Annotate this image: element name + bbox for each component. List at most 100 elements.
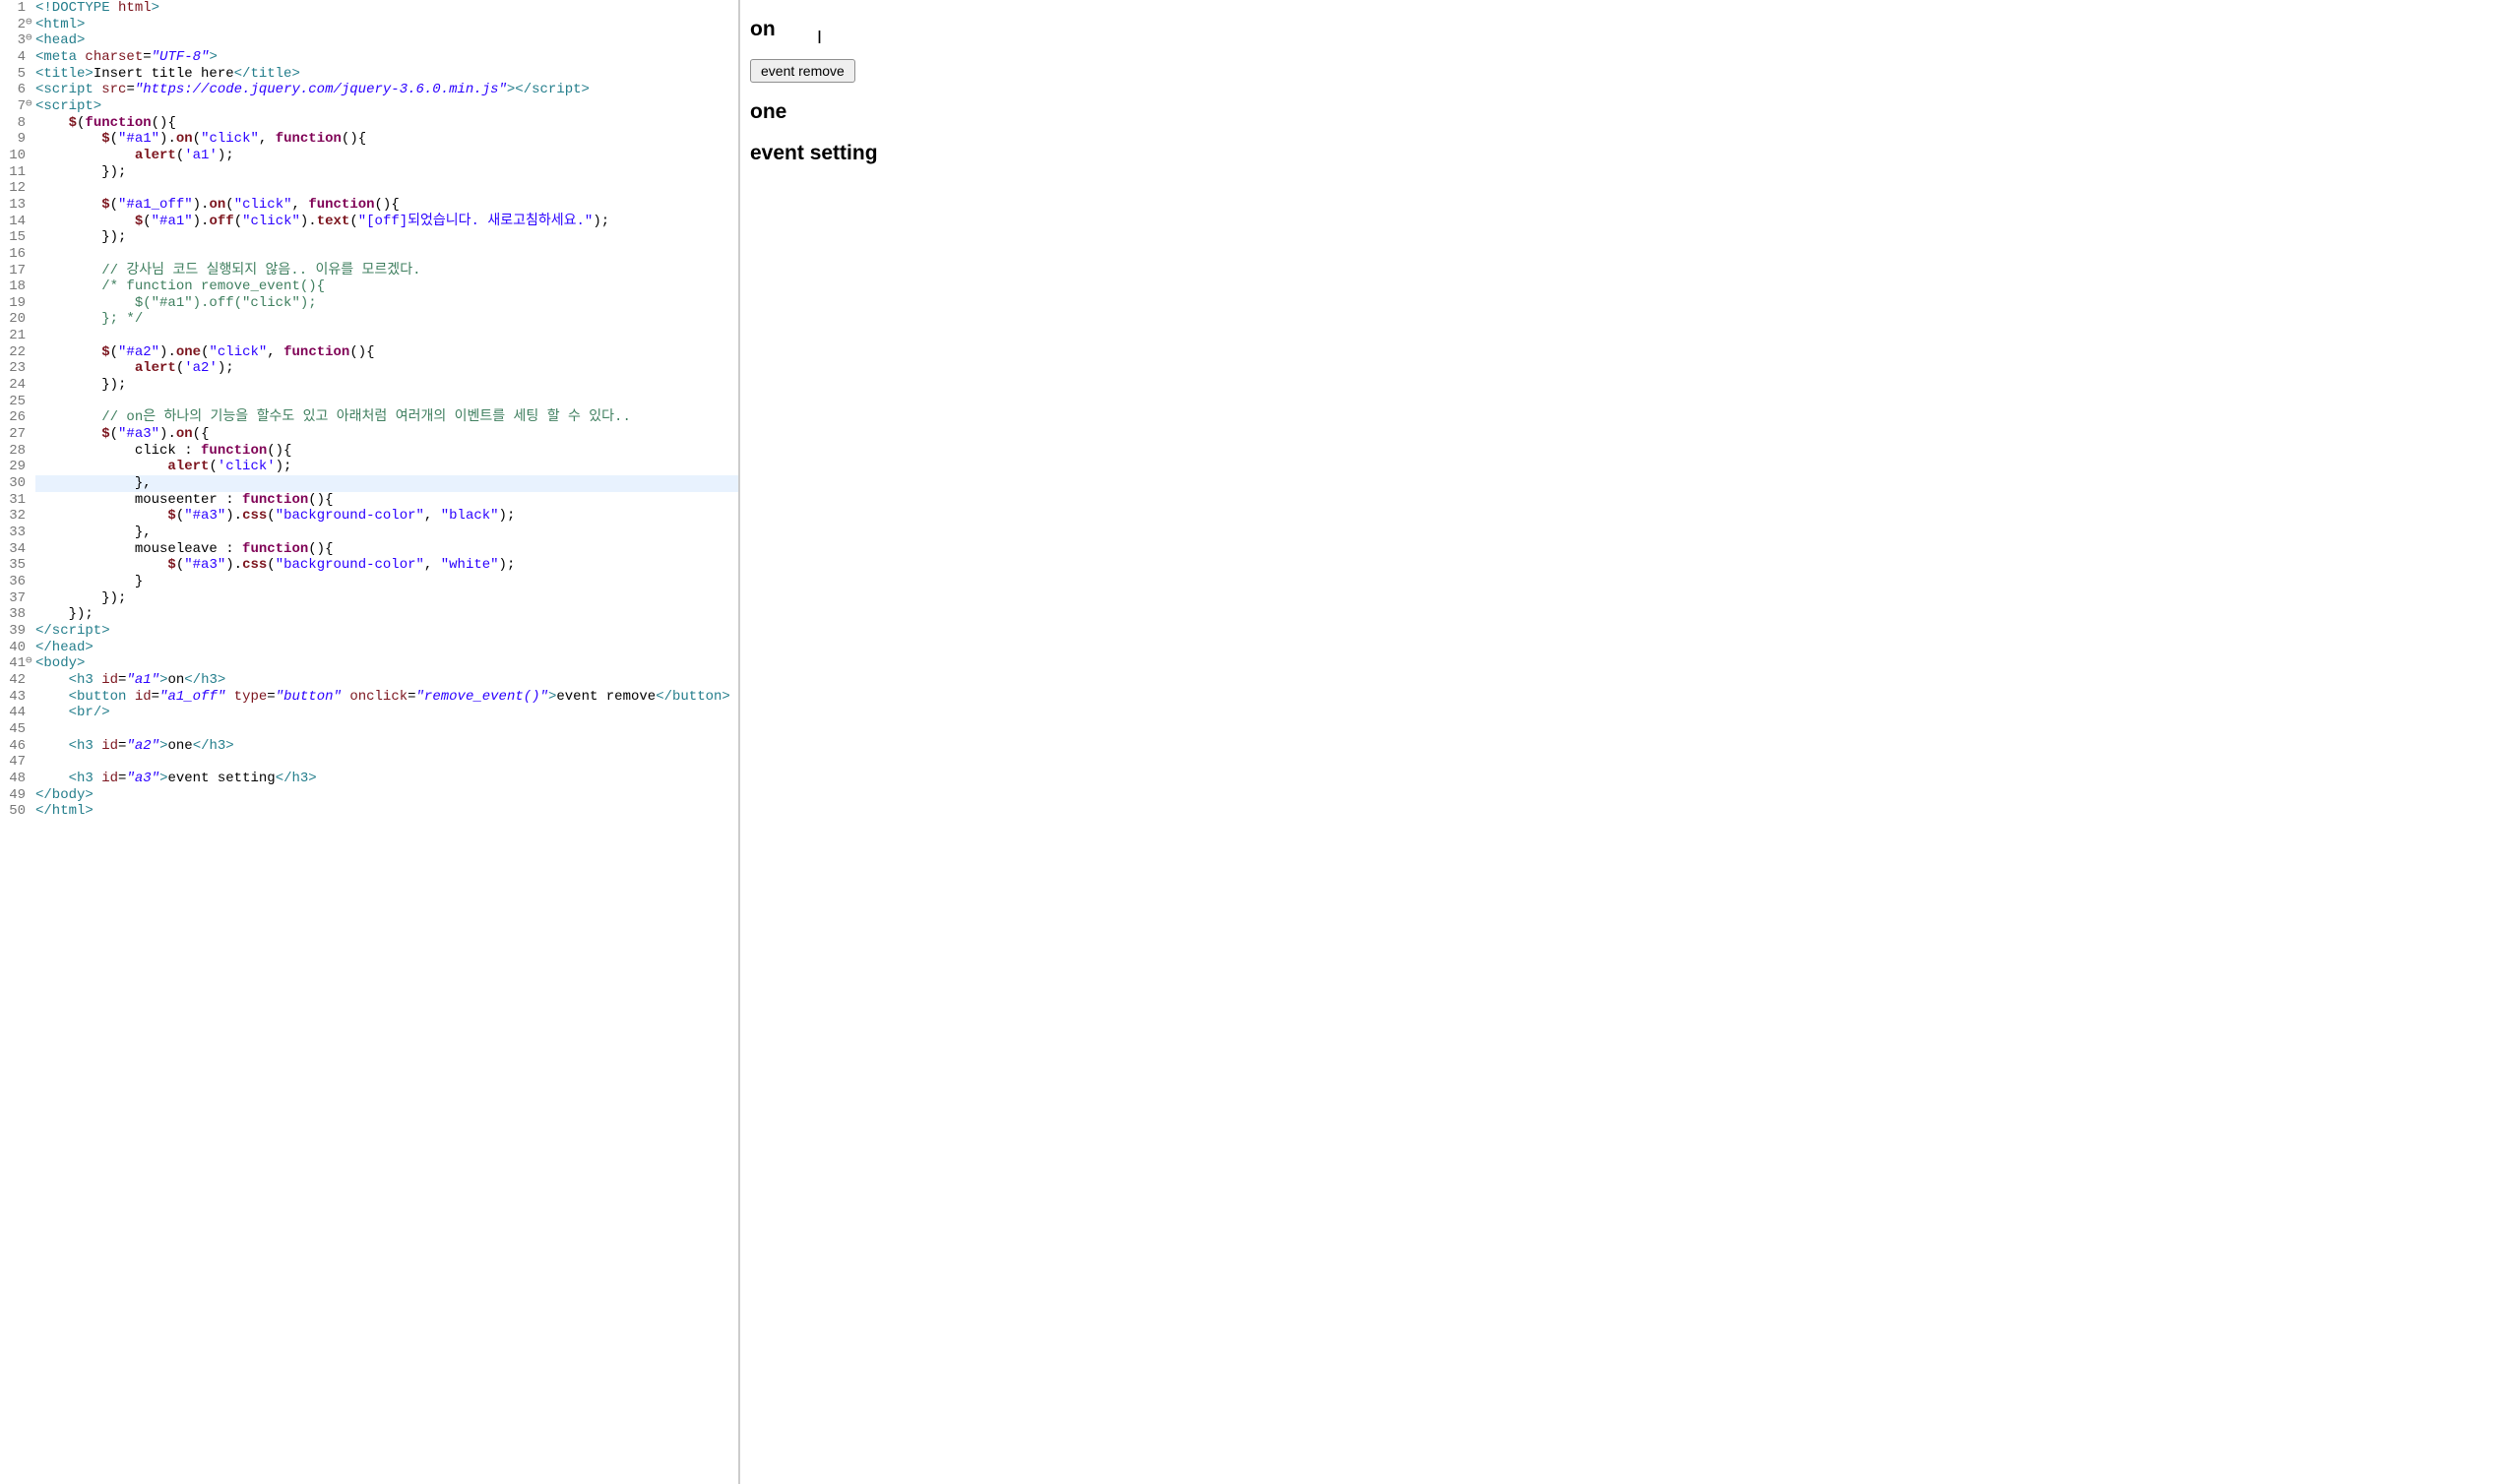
fold-gutter[interactable]: ⊖ xyxy=(26,32,35,49)
code-line[interactable]: 36 } xyxy=(0,574,738,590)
code-content[interactable]: </head> xyxy=(35,640,738,656)
code-content[interactable]: // 강사님 코드 실행되지 않음.. 이유를 모르겠다. xyxy=(35,263,738,279)
code-line[interactable]: 17 // 강사님 코드 실행되지 않음.. 이유를 모르겠다. xyxy=(0,263,738,279)
code-content[interactable] xyxy=(35,180,738,197)
code-line[interactable]: 37 }); xyxy=(0,590,738,607)
code-content[interactable]: alert('a1'); xyxy=(35,148,738,164)
code-line[interactable]: 1<!DOCTYPE html> xyxy=(0,0,738,17)
code-content[interactable]: <body> xyxy=(35,655,738,672)
code-content[interactable] xyxy=(35,394,738,410)
code-content[interactable]: $("#a1").off("click").text("[off]되었습니다. … xyxy=(35,214,738,230)
code-line[interactable]: 10 alert('a1'); xyxy=(0,148,738,164)
code-content[interactable]: <!DOCTYPE html> xyxy=(35,0,738,17)
code-content[interactable] xyxy=(35,328,738,344)
code-content[interactable]: <button id="a1_off" type="button" onclic… xyxy=(35,689,738,706)
code-line[interactable]: 41⊖<body> xyxy=(0,655,738,672)
code-line[interactable]: 30 }, xyxy=(0,475,738,492)
code-line[interactable]: 43 <button id="a1_off" type="button" onc… xyxy=(0,689,738,706)
code-line[interactable]: 38 }); xyxy=(0,606,738,623)
code-line[interactable]: 6<script src="https://code.jquery.com/jq… xyxy=(0,82,738,98)
code-content[interactable]: </script> xyxy=(35,623,738,640)
code-line[interactable]: 39</script> xyxy=(0,623,738,640)
code-content[interactable]: <h3 id="a2">one</h3> xyxy=(35,738,738,755)
code-content[interactable]: $("#a1_off").on("click", function(){ xyxy=(35,197,738,214)
code-line[interactable]: 27 $("#a3").on({ xyxy=(0,426,738,443)
code-content[interactable]: <head> xyxy=(35,32,738,49)
code-line[interactable]: 25 xyxy=(0,394,738,410)
code-content[interactable]: }, xyxy=(35,475,738,492)
code-line[interactable]: 35 $("#a3").css("background-color", "whi… xyxy=(0,557,738,574)
code-line[interactable]: 48 <h3 id="a3">event setting</h3> xyxy=(0,771,738,787)
code-content[interactable]: $("#a2").one("click", function(){ xyxy=(35,344,738,361)
code-line[interactable]: 42 <h3 id="a1">on</h3> xyxy=(0,672,738,689)
code-content[interactable]: <h3 id="a3">event setting</h3> xyxy=(35,771,738,787)
code-content[interactable]: }, xyxy=(35,525,738,541)
code-line[interactable]: 5<title>Insert title here</title> xyxy=(0,66,738,83)
code-content[interactable]: }); xyxy=(35,229,738,246)
code-content[interactable]: $("#a3").on({ xyxy=(35,426,738,443)
code-content[interactable]: <h3 id="a1">on</h3> xyxy=(35,672,738,689)
code-content[interactable]: mouseleave : function(){ xyxy=(35,541,738,558)
event-remove-button[interactable]: event remove xyxy=(750,59,855,83)
code-content[interactable]: <br/> xyxy=(35,705,738,721)
code-line[interactable]: 4<meta charset="UTF-8"> xyxy=(0,49,738,66)
code-content[interactable] xyxy=(35,246,738,263)
code-content[interactable]: }); xyxy=(35,606,738,623)
code-content[interactable]: /* function remove_event(){ xyxy=(35,278,738,295)
code-content[interactable]: }); xyxy=(35,377,738,394)
code-line[interactable]: 49</body> xyxy=(0,787,738,804)
code-content[interactable]: </body> xyxy=(35,787,738,804)
code-line[interactable]: 50</html> xyxy=(0,803,738,820)
code-line[interactable]: 40</head> xyxy=(0,640,738,656)
code-line[interactable]: 24 }); xyxy=(0,377,738,394)
code-line[interactable]: 14 $("#a1").off("click").text("[off]되었습니… xyxy=(0,214,738,230)
code-content[interactable]: alert('a2'); xyxy=(35,360,738,377)
code-line[interactable]: 8 $(function(){ xyxy=(0,115,738,132)
code-line[interactable]: 9 $("#a1").on("click", function(){ xyxy=(0,131,738,148)
code-content[interactable]: <script src="https://code.jquery.com/jqu… xyxy=(35,82,738,98)
code-content[interactable] xyxy=(35,721,738,738)
code-content[interactable]: }); xyxy=(35,164,738,181)
heading-one[interactable]: one xyxy=(750,100,2500,124)
code-content[interactable]: }; */ xyxy=(35,311,738,328)
code-line[interactable]: 19 $("#a1").off("click"); xyxy=(0,295,738,312)
code-content[interactable]: } xyxy=(35,574,738,590)
code-content[interactable]: <meta charset="UTF-8"> xyxy=(35,49,738,66)
code-line[interactable]: 3⊖<head> xyxy=(0,32,738,49)
code-content[interactable]: $("#a1").on("click", function(){ xyxy=(35,131,738,148)
code-line[interactable]: 11 }); xyxy=(0,164,738,181)
code-content[interactable]: alert('click'); xyxy=(35,459,738,475)
code-line[interactable]: 7⊖<script> xyxy=(0,98,738,115)
code-content[interactable]: }); xyxy=(35,590,738,607)
heading-on[interactable]: on xyxy=(750,18,2500,41)
code-line[interactable]: 33 }, xyxy=(0,525,738,541)
code-line[interactable]: 31 mouseenter : function(){ xyxy=(0,492,738,509)
code-content[interactable]: $("#a1").off("click"); xyxy=(35,295,738,312)
code-line[interactable]: 28 click : function(){ xyxy=(0,443,738,460)
code-content[interactable]: <title>Insert title here</title> xyxy=(35,66,738,83)
code-line[interactable]: 22 $("#a2").one("click", function(){ xyxy=(0,344,738,361)
fold-gutter[interactable]: ⊖ xyxy=(26,17,35,33)
code-content[interactable]: $("#a3").css("background-color", "white"… xyxy=(35,557,738,574)
code-line[interactable]: 21 xyxy=(0,328,738,344)
code-line[interactable]: 23 alert('a2'); xyxy=(0,360,738,377)
fold-gutter[interactable]: ⊖ xyxy=(26,98,35,115)
code-content[interactable]: <script> xyxy=(35,98,738,115)
code-line[interactable]: 46 <h3 id="a2">one</h3> xyxy=(0,738,738,755)
code-content[interactable]: click : function(){ xyxy=(35,443,738,460)
code-line[interactable]: 16 xyxy=(0,246,738,263)
code-line[interactable]: 15 }); xyxy=(0,229,738,246)
code-content[interactable]: </html> xyxy=(35,803,738,820)
code-line[interactable]: 44 <br/> xyxy=(0,705,738,721)
heading-event-setting[interactable]: event setting xyxy=(750,142,2500,165)
code-content[interactable]: $(function(){ xyxy=(35,115,738,132)
code-line[interactable]: 29 alert('click'); xyxy=(0,459,738,475)
code-line[interactable]: 13 $("#a1_off").on("click", function(){ xyxy=(0,197,738,214)
code-line[interactable]: 18 /* function remove_event(){ xyxy=(0,278,738,295)
code-content[interactable]: mouseenter : function(){ xyxy=(35,492,738,509)
fold-gutter[interactable]: ⊖ xyxy=(26,655,35,672)
code-line[interactable]: 20 }; */ xyxy=(0,311,738,328)
code-line[interactable]: 47 xyxy=(0,754,738,771)
code-content[interactable] xyxy=(35,754,738,771)
code-line[interactable]: 34 mouseleave : function(){ xyxy=(0,541,738,558)
